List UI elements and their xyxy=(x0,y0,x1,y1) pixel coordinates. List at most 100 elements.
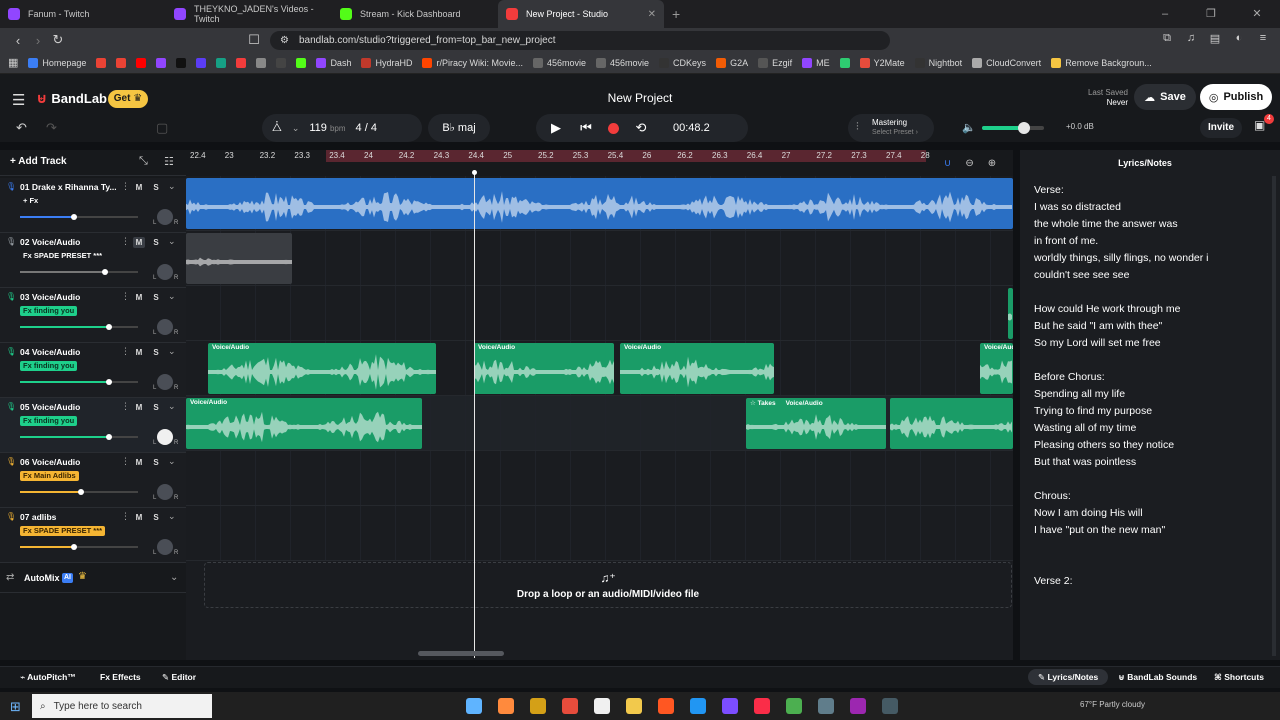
track-volume-slider[interactable] xyxy=(20,214,138,220)
bandlab-sounds-button[interactable]: ⊌ BandLab Sounds xyxy=(1118,672,1197,683)
track-header[interactable]: 🎙 01 Drake x Rihanna Ty... ⋮ M S ⌄ + Fx L R xyxy=(0,178,186,233)
bookmark-item[interactable]: 456movie xyxy=(596,57,649,68)
audio-clip[interactable]: Voice/Audio xyxy=(186,398,422,449)
track-lane[interactable]: Voice/Audio ☆ Takes Voice/Audio xyxy=(186,396,1013,451)
mute-button[interactable]: M xyxy=(133,457,145,468)
bookmark-item[interactable] xyxy=(196,57,207,68)
bookmark-item[interactable] xyxy=(256,57,267,68)
more-options-icon[interactable]: ⋮ xyxy=(121,291,130,302)
chevron-down-icon[interactable]: ⌄ xyxy=(170,572,178,583)
redo-icon[interactable]: ↷ xyxy=(46,120,57,136)
mute-button[interactable]: M xyxy=(133,182,145,193)
browser-tab[interactable]: THEYKNO_JADEN's Videos - Twitch xyxy=(166,0,332,28)
solo-button[interactable]: S xyxy=(150,347,162,358)
pan-knob[interactable] xyxy=(157,264,173,280)
track-lane[interactable]: Voice/Audio Voice/Audio Voice/Audio Voice/A… xyxy=(186,341,1013,396)
bookmark-item[interactable] xyxy=(276,57,287,68)
back-icon[interactable]: ‹ xyxy=(8,33,28,48)
taskbar-app-icon[interactable] xyxy=(850,698,866,714)
bookmark-item[interactable]: CDKeys xyxy=(659,57,706,68)
automix-row[interactable]: ⇄ AutoMix AI ♛ ⌄ xyxy=(0,565,186,593)
taskbar-app-icon[interactable] xyxy=(530,698,546,714)
solo-button[interactable]: S xyxy=(150,237,162,248)
taskbar-search[interactable]: ⌕ Type here to search xyxy=(32,694,212,718)
track-effect-badge[interactable]: + Fx xyxy=(20,196,41,206)
bookmark-item[interactable] xyxy=(96,57,107,68)
save-button[interactable]: ☁ Save xyxy=(1134,84,1196,110)
track-header[interactable]: 🎙 02 Voice/Audio ⋮ M S ⌄ Fx SPADE PRESET *** L R xyxy=(0,233,186,288)
track-volume-knob[interactable] xyxy=(105,434,112,440)
browser-tab[interactable]: Fanum - Twitch xyxy=(0,0,166,28)
track-volume-slider[interactable] xyxy=(20,489,138,495)
track-volume-knob[interactable] xyxy=(105,379,112,385)
track-lane[interactable] xyxy=(186,286,1013,341)
windows-start-icon[interactable]: ⊞ xyxy=(10,699,21,715)
track-volume-knob[interactable] xyxy=(71,214,78,220)
track-name[interactable]: 05 Voice/Audio xyxy=(20,402,116,412)
track-lane[interactable] xyxy=(186,231,1013,286)
time-signature[interactable]: 4 / 4 xyxy=(356,122,377,134)
solo-button[interactable]: S xyxy=(150,292,162,303)
taskbar-app-icon[interactable] xyxy=(882,698,898,714)
more-options-icon[interactable]: ⋮ xyxy=(121,401,130,412)
chevron-down-icon[interactable]: ⌄ xyxy=(168,346,176,357)
bookmark-item[interactable] xyxy=(136,57,147,68)
hamburger-menu-icon[interactable]: ☰ xyxy=(12,91,25,109)
bandlab-logo[interactable]: ⊌ BandLab xyxy=(36,90,107,107)
site-info-icon[interactable]: ⚙ xyxy=(280,35,289,46)
pan-knob[interactable] xyxy=(157,209,173,225)
sidebar-icon[interactable]: ▤ xyxy=(1208,32,1222,45)
lyrics-scrollbar[interactable] xyxy=(1272,176,1276,656)
track-volume-slider[interactable] xyxy=(20,544,138,550)
audio-clip[interactable]: Voice/Audio xyxy=(980,343,1013,394)
pan-knob[interactable] xyxy=(157,429,173,445)
chevron-down-icon[interactable]: ⌄ xyxy=(168,401,176,412)
audio-clip[interactable]: Voice/Audio xyxy=(474,343,614,394)
track-lane[interactable] xyxy=(186,506,1013,561)
solo-button[interactable]: S xyxy=(150,402,162,413)
editor-button[interactable]: ✎ Editor xyxy=(162,672,196,683)
bookmark-item[interactable]: CloudConvert xyxy=(972,57,1041,68)
track-name[interactable]: 01 Drake x Rihanna Ty... xyxy=(20,182,116,192)
chevron-down-icon[interactable]: ⌄ xyxy=(168,511,176,522)
reload-icon[interactable]: ↻ xyxy=(48,32,68,48)
taskbar-app-icon[interactable] xyxy=(562,698,578,714)
undo-icon[interactable]: ↶ xyxy=(16,120,27,136)
bookmark-item[interactable]: Nightbot xyxy=(914,57,962,68)
track-lane[interactable] xyxy=(186,451,1013,506)
taskbar-app-icon[interactable] xyxy=(658,698,674,714)
browser-tab[interactable]: Stream - Kick Dashboard xyxy=(332,0,498,28)
track-effect-badge[interactable]: Fx SPADE PRESET *** xyxy=(20,251,105,261)
horizontal-scrollbar[interactable] xyxy=(418,651,504,656)
bookmark-item[interactable]: G2A xyxy=(716,57,748,68)
pan-knob[interactable] xyxy=(157,484,173,500)
metronome-icon[interactable]: ⧊ xyxy=(272,122,282,135)
bookmark-item[interactable]: Dash xyxy=(316,57,351,68)
chevron-down-icon[interactable]: ⌄ xyxy=(168,291,176,302)
add-track-button[interactable]: + Add Track xyxy=(10,156,67,167)
audio-clip[interactable]: Voice/Audio xyxy=(208,343,436,394)
speaker-icon[interactable]: 🔈 xyxy=(962,121,976,134)
bookmark-item[interactable]: Ezgif xyxy=(758,57,792,68)
track-volume-knob[interactable] xyxy=(71,544,78,550)
audio-clip[interactable] xyxy=(186,178,1013,229)
track-volume-slider[interactable] xyxy=(20,379,138,385)
track-name[interactable]: 03 Voice/Audio xyxy=(20,292,116,302)
bookmark-item[interactable] xyxy=(216,57,227,68)
chevron-down-icon[interactable]: ⌄ xyxy=(168,456,176,467)
key-control[interactable]: B♭ maj xyxy=(428,114,490,142)
bookmark-item[interactable] xyxy=(839,57,850,68)
audio-clip[interactable]: Voice/Audio xyxy=(620,343,774,394)
track-effect-badge[interactable]: Fx finding you xyxy=(20,306,78,316)
effects-button[interactable]: Fx Effects xyxy=(100,672,141,682)
solo-button[interactable]: S xyxy=(150,457,162,468)
pan-knob[interactable] xyxy=(157,539,173,555)
track-name[interactable]: 04 Voice/Audio xyxy=(20,347,116,357)
track-effect-badge[interactable]: Fx finding you xyxy=(20,416,78,426)
music-icon[interactable]: ♫ xyxy=(1184,32,1198,45)
apps-grid-icon[interactable]: ▦ xyxy=(8,56,18,69)
weather-widget[interactable]: 67°F Partly cloudy xyxy=(1080,700,1145,709)
more-options-icon[interactable]: ⋮ xyxy=(121,456,130,467)
autopitch-button[interactable]: ⌁ AutoPitch™ xyxy=(20,672,76,683)
master-volume-knob[interactable] xyxy=(1018,122,1031,134)
